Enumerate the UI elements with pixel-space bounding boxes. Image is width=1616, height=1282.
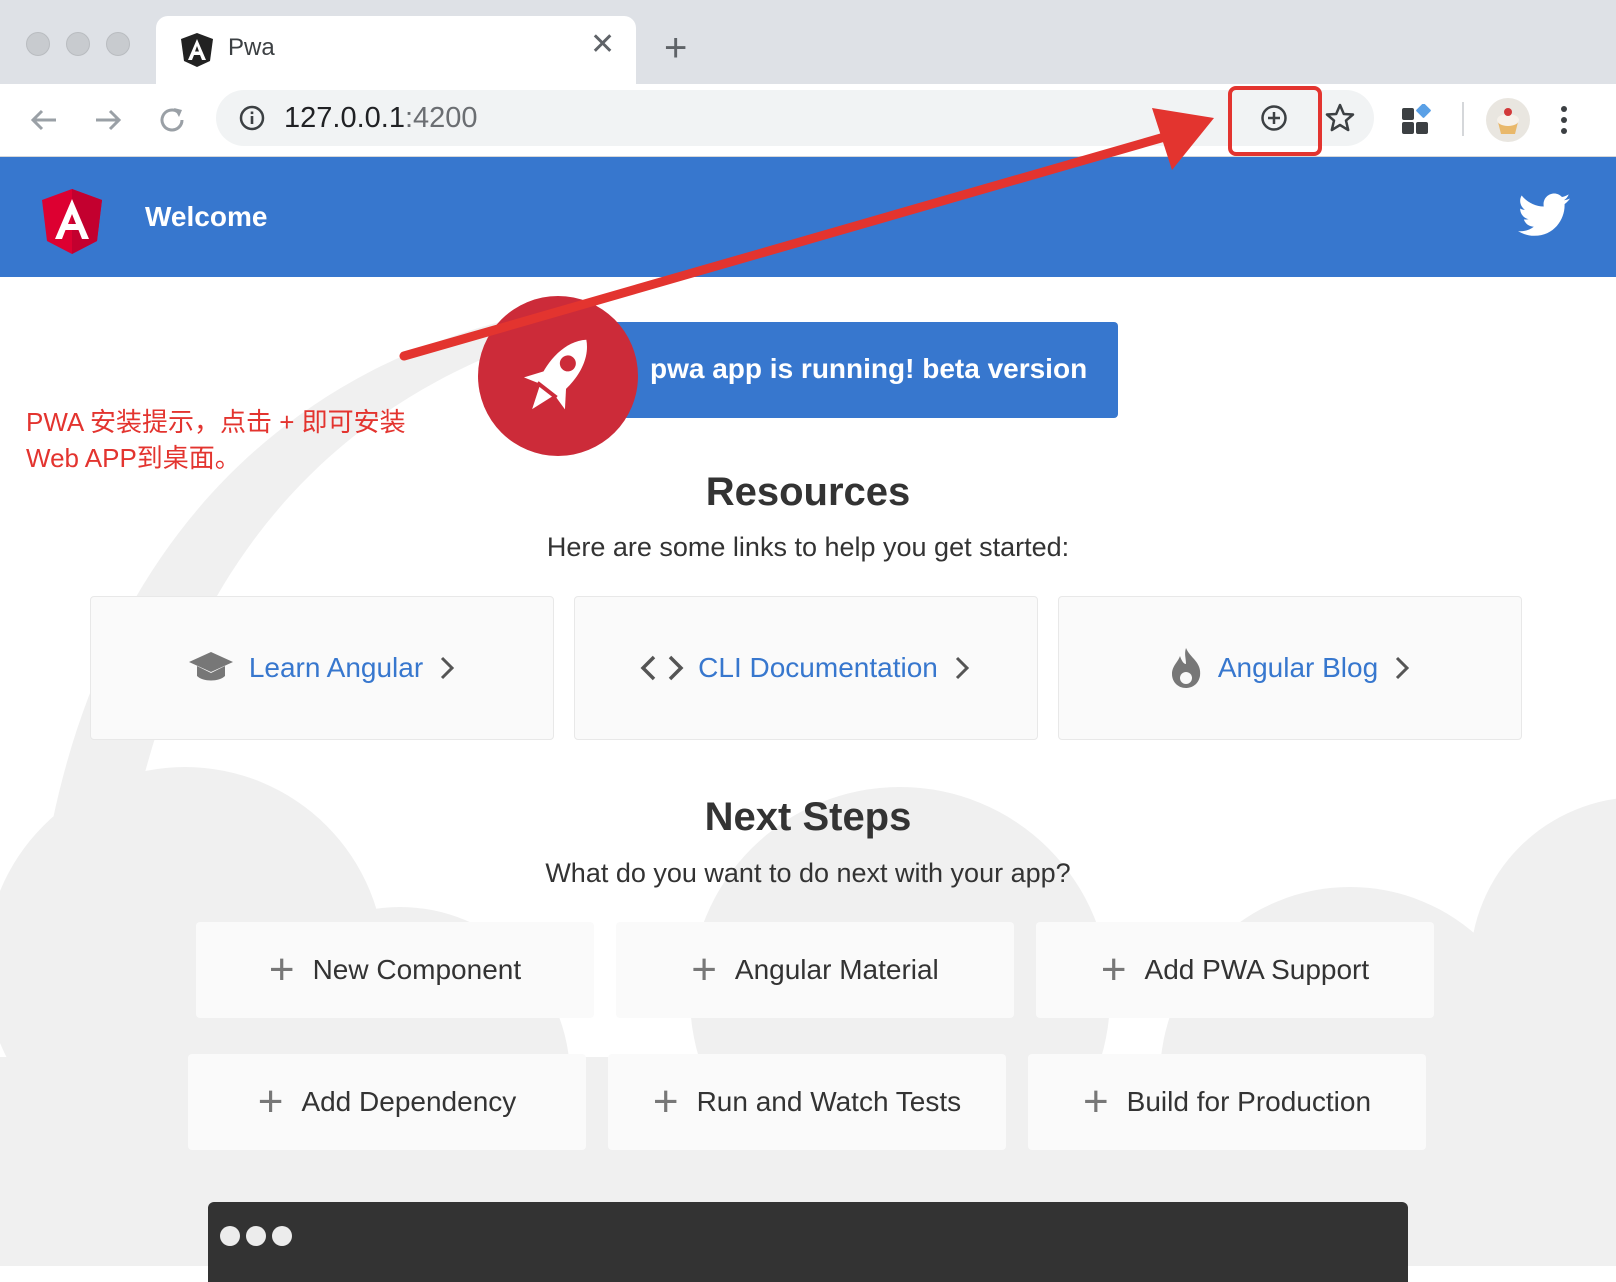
annotation-arrow — [399, 108, 1214, 361]
